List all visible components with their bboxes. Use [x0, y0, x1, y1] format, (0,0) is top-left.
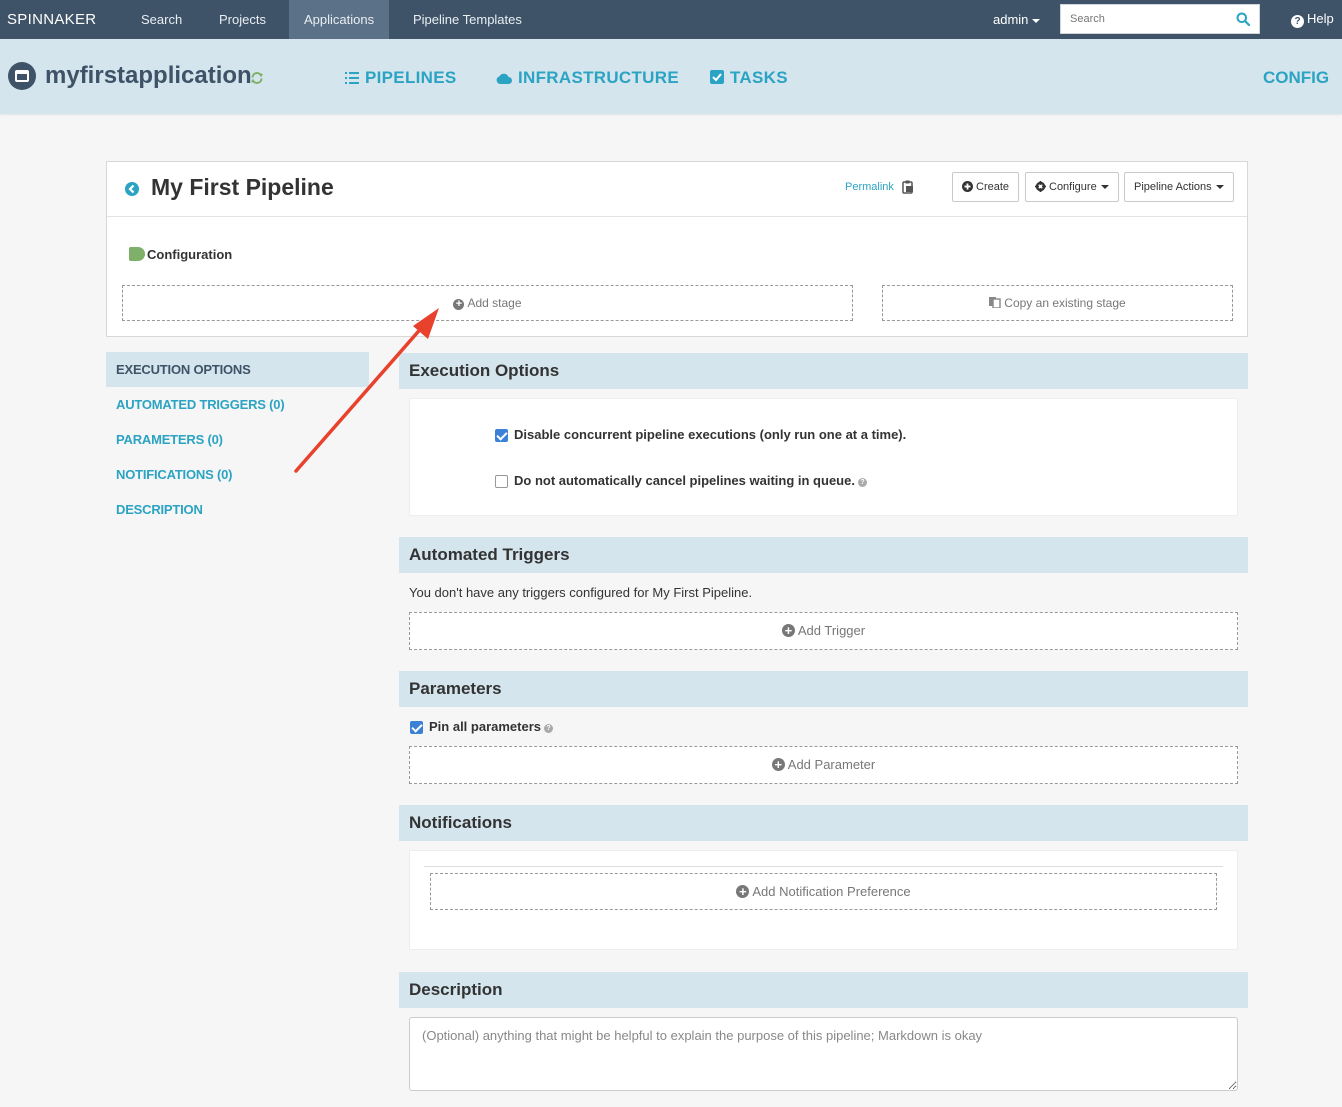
no-auto-cancel-row[interactable]: Do not automatically cancel pipelines wa… — [514, 473, 867, 488]
nav-parameters[interactable]: PARAMETERS (0) — [106, 422, 369, 457]
notifications-heading: Notifications — [399, 805, 1248, 841]
copy-icon — [989, 297, 1001, 309]
application-header: myfirstapplication PIPELINES INFRASTRUCT… — [0, 39, 1342, 114]
brand-logo[interactable]: SPINNAKER — [7, 11, 96, 28]
no-auto-cancel-checkbox[interactable] — [495, 475, 508, 488]
pipeline-actions-label: Pipeline Actions — [1134, 181, 1212, 193]
tab-pipelines-label: PIPELINES — [365, 68, 457, 87]
pin-parameters-row[interactable]: Pin all parameters? — [429, 719, 553, 734]
help-link[interactable]: ? Help — [1291, 11, 1334, 28]
pipeline-actions-button[interactable]: Pipeline Actions — [1124, 172, 1234, 202]
help-icon[interactable]: ? — [857, 478, 867, 487]
nav-execution-options[interactable]: EXECUTION OPTIONS — [106, 352, 369, 387]
create-button[interactable]: Create — [952, 172, 1020, 202]
refresh-icon[interactable] — [250, 71, 264, 85]
window-icon — [8, 62, 36, 90]
add-parameter-label: Add Parameter — [787, 757, 876, 772]
nav-search[interactable]: Search — [126, 0, 197, 39]
nav-notifications[interactable]: NOTIFICATIONS (0) — [106, 457, 369, 492]
question-circle-icon: ? — [1291, 15, 1304, 28]
caret-down-icon — [1100, 185, 1109, 190]
add-trigger-label: Add Trigger — [797, 623, 866, 638]
cloud-icon — [496, 73, 512, 84]
tab-tasks-label: TASKS — [730, 68, 788, 87]
list-icon — [345, 72, 359, 84]
global-search — [1060, 4, 1260, 34]
parameters-heading: Parameters — [399, 671, 1248, 707]
disable-concurrent-label[interactable]: Disable concurrent pipeline executions (… — [514, 427, 906, 442]
global-search-input[interactable] — [1061, 5, 1231, 33]
pipeline-graph-card: My First Pipeline Permalink Create Confi… — [106, 161, 1248, 337]
caret-down-icon — [1032, 18, 1041, 23]
tab-tasks[interactable]: TASKS — [710, 68, 788, 88]
application-name: myfirstapplication — [45, 62, 252, 89]
disable-concurrent-checkbox[interactable] — [495, 429, 508, 442]
caret-down-icon — [1215, 185, 1224, 190]
help-icon[interactable]: ? — [544, 724, 553, 733]
back-arrow-icon[interactable] — [125, 182, 139, 196]
add-parameter-button[interactable]: + Add Parameter — [409, 746, 1238, 784]
no-auto-cancel-label: Do not automatically cancel pipelines wa… — [514, 473, 855, 488]
tab-pipelines[interactable]: PIPELINES — [345, 68, 457, 88]
tab-infrastructure[interactable]: INFRASTRUCTURE — [496, 68, 679, 88]
description-heading: Description — [399, 972, 1248, 1008]
add-stage-label: Add stage — [467, 296, 522, 310]
user-name: admin — [993, 12, 1029, 27]
tab-infrastructure-label: INFRASTRUCTURE — [518, 68, 679, 87]
clipboard-icon[interactable] — [902, 180, 914, 194]
plus-circle-icon: + — [781, 624, 795, 637]
add-trigger-button[interactable]: + Add Trigger — [409, 612, 1238, 650]
search-icon[interactable] — [1236, 12, 1250, 26]
execution-options-heading: Execution Options — [399, 353, 1248, 389]
top-navbar: SPINNAKER Search Projects Applications P… — [0, 0, 1342, 39]
pin-parameters-label: Pin all parameters — [429, 719, 541, 734]
plus-circle-icon: + — [736, 885, 750, 898]
add-notification-button[interactable]: + Add Notification Preference — [430, 873, 1217, 910]
copy-stage-label: Copy an existing stage — [1004, 296, 1126, 310]
configure-button[interactable]: Configure — [1025, 172, 1119, 202]
nav-description[interactable]: DESCRIPTION — [106, 492, 369, 527]
pin-parameters-checkbox[interactable] — [410, 721, 423, 734]
add-stage-button[interactable]: + Add stage — [122, 285, 853, 321]
configuration-label: Configuration — [147, 247, 233, 262]
add-notification-label: Add Notification Preference — [752, 884, 911, 899]
plus-circle-icon: + — [453, 299, 465, 310]
configuration-stage-node[interactable]: Configuration — [129, 247, 232, 262]
pipeline-header: My First Pipeline Permalink Create Confi… — [107, 162, 1247, 217]
nav-applications[interactable]: Applications — [289, 0, 390, 39]
plus-circle-icon: + — [771, 758, 785, 771]
description-textarea[interactable] — [409, 1017, 1238, 1091]
copy-stage-button[interactable]: Copy an existing stage — [882, 285, 1233, 321]
nav-projects[interactable]: Projects — [204, 0, 281, 39]
plus-circle-icon — [962, 181, 973, 192]
help-label: Help — [1307, 11, 1334, 26]
config-section-nav: EXECUTION OPTIONS AUTOMATED TRIGGERS (0)… — [106, 352, 369, 527]
checkbox-icon — [710, 70, 724, 84]
no-triggers-message: You don't have any triggers configured f… — [409, 585, 753, 600]
divider — [424, 866, 1223, 867]
create-label: Create — [976, 181, 1010, 193]
permalink-link[interactable]: Permalink — [845, 181, 894, 193]
nav-pipeline-templates[interactable]: Pipeline Templates — [398, 0, 537, 39]
tab-config[interactable]: CONFIG — [1263, 68, 1329, 88]
stage-flag-icon — [129, 247, 145, 261]
automated-triggers-heading: Automated Triggers — [399, 537, 1248, 573]
nav-automated-triggers[interactable]: AUTOMATED TRIGGERS (0) — [106, 387, 369, 422]
pipeline-title: My First Pipeline — [151, 174, 334, 200]
execution-options-panel — [409, 398, 1238, 516]
user-menu[interactable]: admin — [993, 12, 1041, 27]
gear-icon — [1035, 181, 1046, 192]
configure-label: Configure — [1049, 181, 1097, 193]
